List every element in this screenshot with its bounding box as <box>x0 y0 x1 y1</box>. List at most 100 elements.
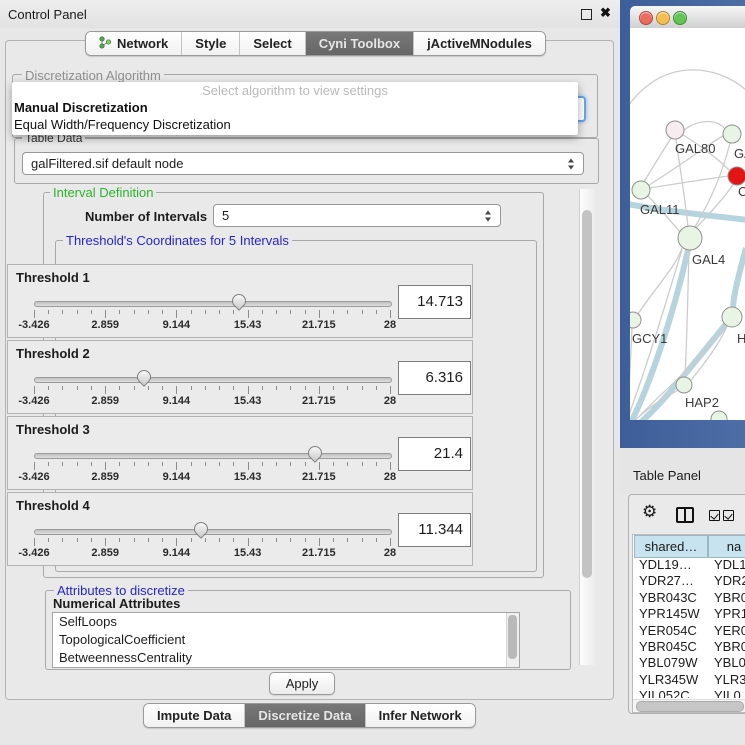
popup-option-equal-width-frequency-discretization[interactable]: Equal Width/Frequency Discretization <box>12 116 578 133</box>
tab-jactivemnodules[interactable]: jActiveMNodules <box>414 32 545 55</box>
combo-spinner-icon <box>568 158 575 169</box>
list-scrollbar[interactable] <box>506 613 519 667</box>
apply-button[interactable]: Apply <box>269 672 335 695</box>
table-panel: ⚙ shared… na YDL19…YDL1YDR27…YDR2YBR043C… <box>628 494 745 714</box>
tick-label: 9.144 <box>163 395 191 407</box>
network-node-h[interactable] <box>722 307 742 327</box>
cell-name: YDR2 <box>714 573 745 589</box>
tab-select[interactable]: Select <box>240 32 305 55</box>
zoom-light[interactable] <box>673 11 687 25</box>
cell-shared-name: YPR145W <box>639 606 707 622</box>
slider-track[interactable] <box>34 301 392 307</box>
thresholds-group-label: Threshold's Coordinates for 5 Intervals <box>63 233 292 248</box>
slider-thumb[interactable] <box>305 443 325 463</box>
cell-shared-name: YDL19… <box>639 557 707 573</box>
network-node-gal80[interactable] <box>666 121 684 139</box>
number-of-intervals-combo[interactable]: 5 <box>213 204 501 227</box>
tab-infer-network[interactable]: Infer Network <box>366 704 475 727</box>
scrollbar-thumb[interactable] <box>582 210 592 578</box>
tick-label: -3.426 <box>18 319 49 331</box>
tab-label: Style <box>195 36 226 51</box>
minimize-light[interactable] <box>656 11 670 25</box>
slider-track[interactable] <box>34 377 392 383</box>
network-node-hap2[interactable] <box>676 377 692 393</box>
network-edge[interactable] <box>650 176 728 188</box>
network-node-gcy1[interactable] <box>630 312 641 328</box>
slider-thumb[interactable] <box>191 519 211 539</box>
cell-shared-name: YBR043C <box>639 590 707 606</box>
scrollbar-thumb[interactable] <box>508 615 517 659</box>
checkbox-checked-icon[interactable] <box>723 510 734 521</box>
attribute-item-betweennesscentrality[interactable]: BetweennessCentrality <box>53 649 519 667</box>
threshold-value-field[interactable]: 11.344 <box>398 513 471 547</box>
network-node[interactable] <box>711 411 727 420</box>
scrollbar-thumb[interactable] <box>636 701 744 712</box>
close-icon[interactable]: ✖ <box>600 5 611 21</box>
table-horizontal-scrollbar[interactable] <box>633 699 745 712</box>
tab-impute-data[interactable]: Impute Data <box>144 704 245 727</box>
slider-track[interactable] <box>34 453 392 459</box>
checkbox-checked-icon[interactable] <box>709 510 720 521</box>
network-edge[interactable] <box>644 138 671 182</box>
settings-vertical-scrollbar[interactable] <box>579 189 595 665</box>
threshold-value-field[interactable]: 21.4 <box>398 437 471 471</box>
combo-spinner-icon <box>485 210 492 221</box>
table-data-combo[interactable]: galFiltered.sif default node <box>22 152 584 175</box>
cell-name: YIL0 <box>714 688 741 698</box>
slider-thumb[interactable] <box>134 367 154 387</box>
numerical-attributes-label: Numerical Attributes <box>53 596 180 611</box>
table-row[interactable]: YDL19…YDL1 <box>633 557 745 573</box>
table-row[interactable]: YPR145W YPR1 <box>633 606 745 622</box>
network-node-gal4[interactable] <box>678 226 702 250</box>
numerical-attributes-list[interactable]: SelfLoopsTopologicalCoefficientBetweenne… <box>52 612 520 668</box>
split-columns-icon[interactable] <box>676 507 694 523</box>
tab-style[interactable]: Style <box>182 32 240 55</box>
slider-thumb[interactable] <box>230 291 250 311</box>
close-light[interactable] <box>639 11 653 25</box>
network-edge[interactable] <box>696 183 734 228</box>
popup-option-manual-discretization[interactable]: Manual Discretization <box>12 99 578 116</box>
tab-discretize-data[interactable]: Discretize Data <box>245 704 365 727</box>
cell-name: YBR0 <box>714 639 745 655</box>
network-node-c[interactable] <box>728 167 745 185</box>
attribute-item-selfloops[interactable]: SelfLoops <box>53 613 519 631</box>
network-edge[interactable] <box>733 248 745 307</box>
network-node-gal11[interactable] <box>632 181 650 199</box>
column-header-name[interactable]: na <box>708 535 745 558</box>
bottom-tab-bar: Impute DataDiscretize DataInfer Network <box>143 703 476 728</box>
table-row[interactable]: YLR345WYLR3 <box>633 672 745 688</box>
table-row[interactable]: YIL052CYIL0 <box>633 688 745 698</box>
slider-track[interactable] <box>34 529 392 535</box>
table-row[interactable]: YER054CYER0 <box>633 623 745 639</box>
network-node-ga[interactable] <box>723 125 741 143</box>
attribute-item-topologicalcoefficient[interactable]: TopologicalCoefficient <box>53 631 519 649</box>
tab-network[interactable]: Network <box>86 32 182 55</box>
node-label: GAL4 <box>692 252 725 267</box>
threshold-label: Threshold 1 <box>16 270 90 285</box>
node-table[interactable]: shared… na YDL19…YDL1YDR27…YDR2YBR043CYB… <box>632 534 745 713</box>
tab-cyni-toolbox[interactable]: Cyni Toolbox <box>306 32 414 55</box>
tick-label: 28 <box>384 471 396 483</box>
tick-label: 28 <box>384 547 396 559</box>
threshold-value-field[interactable]: 6.316 <box>398 361 471 395</box>
discretization-algorithm-label: Discretization Algorithm <box>22 68 164 83</box>
column-header-shared[interactable]: shared… <box>634 535 708 558</box>
tick-label: 21.715 <box>302 547 336 559</box>
table-row[interactable]: YBR045CYBR0 <box>633 639 745 655</box>
table-row[interactable]: YBL079WYBL0 <box>633 655 745 671</box>
node-label: GAL80 <box>675 141 715 156</box>
tick-label: 21.715 <box>302 395 336 407</box>
tick-label: 2.859 <box>91 395 119 407</box>
network-canvas[interactable]: GAL80GACGAL11GAL4GCY1HHAP2 <box>630 28 745 420</box>
network-edge[interactable] <box>630 70 745 108</box>
gear-icon[interactable]: ⚙ <box>642 503 657 520</box>
threshold-value-field[interactable]: 14.713 <box>398 285 471 319</box>
float-window-icon[interactable] <box>581 9 592 20</box>
table-row[interactable]: YDR27…YDR2 <box>633 573 745 589</box>
network-window-titlebar[interactable] <box>630 6 745 29</box>
cell-shared-name: YLR345W <box>639 672 707 688</box>
node-label: HAP2 <box>685 395 719 410</box>
table-row[interactable]: YBR043CYBR0 <box>633 590 745 606</box>
cell-name: YPR1 <box>714 606 745 622</box>
network-edge[interactable] <box>684 122 724 131</box>
